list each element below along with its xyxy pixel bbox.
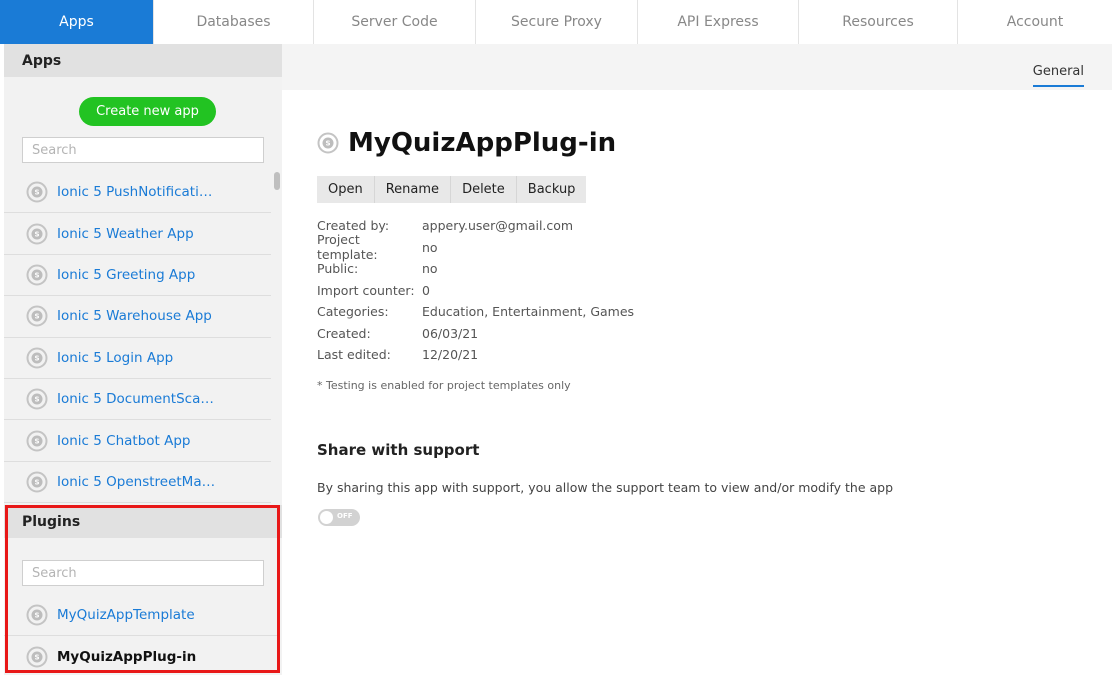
tab-server-code[interactable]: Server Code xyxy=(314,0,476,44)
app-list-item[interactable]: S Ionic 5 Weather App xyxy=(4,213,271,255)
app-title-row: S MyQuizAppPlug-in xyxy=(317,128,616,158)
meta-value: no xyxy=(422,261,438,277)
ionic-app-icon: S xyxy=(26,305,48,327)
app-list-item-label: Ionic 5 OpenstreetMap ... xyxy=(57,473,217,490)
open-button[interactable]: Open xyxy=(317,176,375,203)
meta-row: Project template: no xyxy=(317,232,634,262)
meta-label: Public: xyxy=(317,261,359,277)
ionic-app-icon: S xyxy=(26,430,48,452)
rename-button[interactable]: Rename xyxy=(374,176,452,203)
toggle-knob xyxy=(320,511,333,524)
apps-section-header: Apps xyxy=(4,44,282,77)
apps-search-input[interactable] xyxy=(22,137,264,163)
meta-label: Last edited: xyxy=(317,347,391,363)
ionic-app-icon: S xyxy=(26,471,48,493)
app-list-item-label: Ionic 5 PushNotification... xyxy=(57,184,217,201)
share-description: By sharing this app with support, you al… xyxy=(317,480,894,495)
app-metadata: Created by: appery.user@gmail.com Project… xyxy=(317,215,634,366)
svg-text:S: S xyxy=(34,396,39,404)
svg-text:S: S xyxy=(34,478,39,486)
svg-text:S: S xyxy=(34,313,39,321)
testing-note: * Testing is enabled for project templat… xyxy=(317,379,571,392)
meta-label: Import counter: xyxy=(317,282,415,298)
meta-value: 12/20/21 xyxy=(422,347,479,363)
svg-text:S: S xyxy=(325,140,330,148)
plugin-item-myquizappplug-in[interactable]: S MyQuizAppPlug-in xyxy=(4,636,278,675)
app-list-item-label: Ionic 5 Warehouse App xyxy=(57,308,212,325)
ionic-app-icon: S xyxy=(317,132,339,154)
tab-account[interactable]: Account xyxy=(958,0,1112,44)
app-list-item[interactable]: S Ionic 5 PushNotification... xyxy=(4,172,271,214)
svg-text:S: S xyxy=(34,612,39,620)
svg-text:S: S xyxy=(34,230,39,238)
ionic-app-icon: S xyxy=(26,604,48,626)
meta-value: appery.user@gmail.com xyxy=(422,218,574,234)
app-list-item[interactable]: S Ionic 5 Warehouse App xyxy=(4,296,271,338)
plugin-item-myquizapptemplate[interactable]: S MyQuizAppTemplate xyxy=(4,595,278,636)
create-new-app-button[interactable]: Create new app xyxy=(79,97,216,126)
app-list-item-label: Ionic 5 Chatbot App xyxy=(57,432,191,449)
app-list-item-label: Ionic 5 Greeting App xyxy=(57,266,196,283)
app-list-item-label: Ionic 5 DocumentScan... xyxy=(57,391,217,408)
ionic-app-icon: S xyxy=(26,223,48,245)
ionic-app-icon: S xyxy=(26,347,48,369)
meta-row: Public: no xyxy=(317,258,634,280)
app-list: S Ionic 5 PushNotification... S Ionic 5 Wea… xyxy=(4,172,271,503)
ionic-app-icon: S xyxy=(26,264,48,286)
meta-label: Categories: xyxy=(317,304,389,320)
app-list-item[interactable]: S Ionic 5 Chatbot App xyxy=(4,420,271,462)
meta-row: Import counter: 0 xyxy=(317,280,634,302)
meta-row: Categories: Education, Entertainment, Gam… xyxy=(317,301,634,323)
plugins-section-header: Plugins xyxy=(4,505,282,538)
app-list-item-label: Ionic 5 Login App xyxy=(57,349,174,366)
sub-tab-bar: General xyxy=(282,44,1112,90)
svg-text:S: S xyxy=(34,437,39,445)
ionic-app-icon: S xyxy=(26,388,48,410)
tab-databases[interactable]: Databases xyxy=(154,0,314,44)
meta-row: Created: 06/03/21 xyxy=(317,323,634,345)
backup-button[interactable]: Backup xyxy=(516,176,587,203)
meta-label: Created by: xyxy=(317,218,390,234)
top-nav: Apps Databases Server Code Secure Proxy … xyxy=(0,0,1112,44)
meta-value: 0 xyxy=(422,282,430,298)
app-list-item[interactable]: S Ionic 5 OpenstreetMap ... xyxy=(4,462,271,503)
tab-secure-proxy[interactable]: Secure Proxy xyxy=(476,0,638,44)
tab-resources[interactable]: Resources xyxy=(799,0,958,44)
ionic-app-icon: S xyxy=(26,646,48,668)
meta-value: 06/03/21 xyxy=(422,325,479,341)
delete-button[interactable]: Delete xyxy=(451,176,517,203)
meta-value: no xyxy=(422,239,438,255)
app-list-item[interactable]: S Ionic 5 Greeting App xyxy=(4,255,271,297)
app-list-item[interactable]: S Ionic 5 DocumentScan... xyxy=(4,379,271,421)
plugin-item-label: MyQuizAppPlug-in xyxy=(57,648,197,665)
plugins-search-input[interactable] xyxy=(22,560,264,586)
page-title: MyQuizAppPlug-in xyxy=(348,128,617,158)
share-section-title: Share with support xyxy=(317,441,480,459)
svg-text:S: S xyxy=(34,271,39,279)
share-toggle[interactable]: OFF xyxy=(318,509,360,526)
ionic-app-icon: S xyxy=(26,181,48,203)
svg-text:S: S xyxy=(34,354,39,362)
tab-general[interactable]: General xyxy=(1032,64,1084,87)
meta-label: Created: xyxy=(317,325,371,341)
tab-apps[interactable]: Apps xyxy=(0,0,154,44)
meta-row: Last edited: 12/20/21 xyxy=(317,344,634,366)
toggle-label: OFF xyxy=(337,512,353,520)
action-bar: Open Rename Delete Backup xyxy=(317,176,587,203)
meta-value: Education, Entertainment, Games xyxy=(422,304,635,320)
app-list-item[interactable]: S Ionic 5 Login App xyxy=(4,338,271,379)
sidebar: Apps Create new app S Ionic 5 PushNotific… xyxy=(4,44,282,675)
scrollbar-thumb[interactable] xyxy=(274,172,280,190)
meta-label: Project template: xyxy=(317,232,378,263)
app-list-scrollbar[interactable] xyxy=(271,172,282,503)
svg-text:S: S xyxy=(34,653,39,661)
app-list-item-label: Ionic 5 Weather App xyxy=(57,225,194,242)
plugin-item-label: MyQuizAppTemplate xyxy=(57,607,195,623)
tab-api-express[interactable]: API Express xyxy=(638,0,799,44)
svg-text:S: S xyxy=(34,189,39,197)
